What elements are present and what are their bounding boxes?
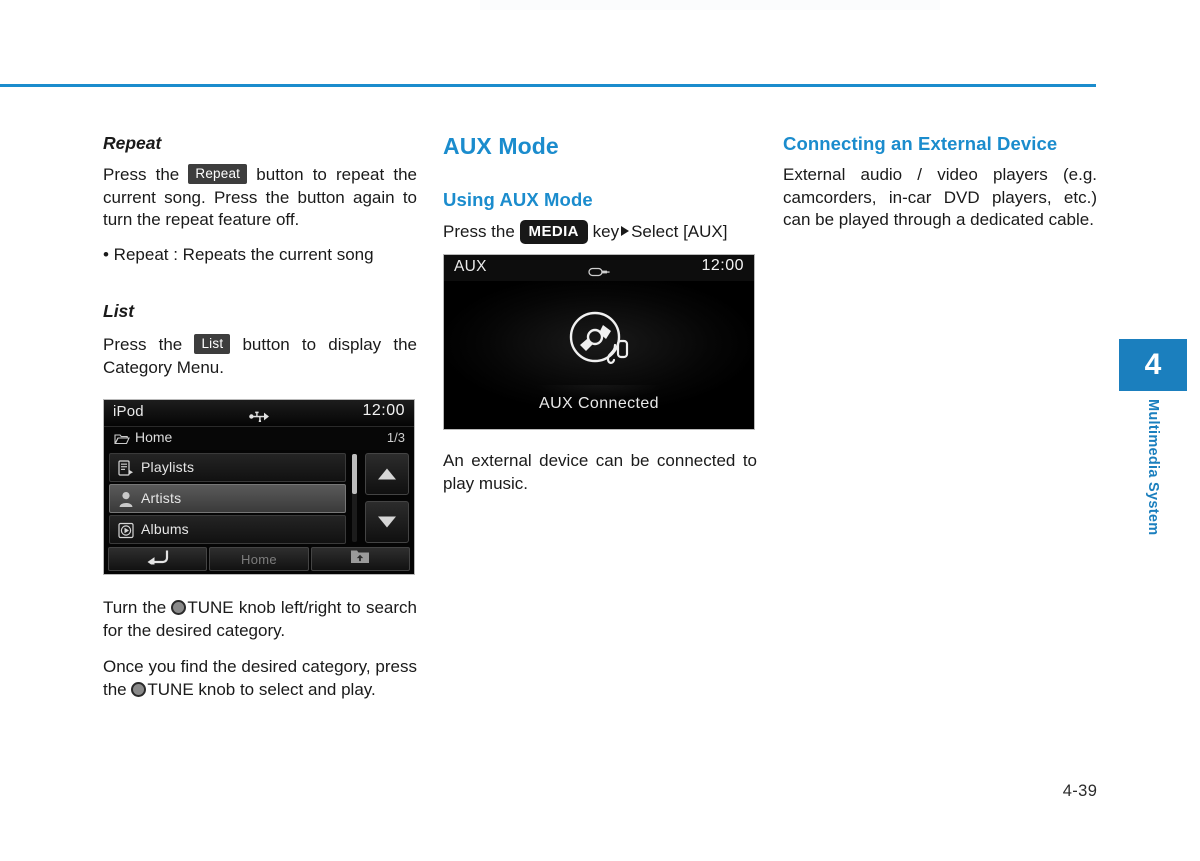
aux-instr-b: key [592, 222, 620, 241]
middle-column: AUX Mode Using AUX Mode Press the MEDIA … [443, 132, 757, 495]
list-paragraph: Press the List button to display the Cat… [103, 334, 417, 379]
list-item[interactable]: Albums [109, 515, 346, 544]
aux-screen-body: AUX Connected [444, 281, 754, 429]
back-button[interactable] [108, 547, 208, 571]
person-icon [118, 491, 134, 513]
scroll-down-arrow-icon [378, 516, 396, 528]
tune-paragraph-1: Turn the TUNE knob left/right to search … [103, 597, 417, 642]
disc-with-cable-icon [563, 309, 635, 376]
ipod-row-group: Playlists Artists Albums [109, 453, 346, 546]
aux-caption: AUX Connected [539, 395, 659, 412]
list-item-label: Artists [141, 490, 182, 506]
aux-plug-icon [588, 264, 610, 282]
page-number: 4-39 [1062, 782, 1098, 800]
tune-knob-icon [131, 681, 147, 697]
chapter-label-text: Multimedia System [1145, 399, 1161, 536]
list-scrollbar-thumb[interactable] [352, 454, 357, 494]
list-key-chip: List [194, 334, 231, 354]
folder-up-icon [350, 549, 370, 570]
ipod-source-label: iPod [113, 403, 144, 420]
album-disc-icon [118, 522, 134, 544]
aux-mode-title: AUX Mode [443, 133, 559, 159]
header-rule [0, 84, 1096, 87]
repeat-heading: Repeat [103, 133, 162, 153]
chapter-tab: 4 [1119, 339, 1187, 391]
top-faint-band [480, 0, 940, 10]
folder-open-icon [114, 432, 130, 450]
tune-p1-before: Turn the [103, 598, 167, 617]
ipod-breadcrumb-bar: Home 1/3 [104, 427, 414, 450]
chapter-label: Multimedia System [1119, 399, 1187, 599]
play-arrow-icon [621, 226, 630, 236]
repeat-text-before: Press the [103, 165, 180, 184]
ipod-breadcrumb-text: Home [135, 429, 173, 445]
aux-connected-screen: AUX 12:00 AUX Connected [443, 254, 755, 430]
using-aux-mode-subtitle: Using AUX Mode [443, 189, 593, 210]
scroll-up-arrow-icon [378, 468, 396, 480]
media-key-chip: MEDIA [519, 220, 588, 244]
home-button[interactable]: Home [209, 547, 309, 571]
tune-p2-after: TUNE knob to select and play. [147, 679, 376, 699]
ipod-list-zone: Playlists Artists Albums [104, 450, 414, 549]
list-text-before: Press the [103, 335, 183, 354]
list-item-label: Albums [141, 521, 189, 537]
repeat-paragraph: Press the Repeat button to repeat the cu… [103, 164, 417, 232]
playlist-icon [118, 460, 134, 482]
aux-note: An external device can be connected to p… [443, 451, 757, 493]
list-heading: List [103, 301, 135, 321]
aux-instruction: Press the MEDIA key Select [AUX] [443, 220, 757, 244]
back-arrow-icon [146, 549, 170, 570]
folder-up-button[interactable] [310, 547, 410, 571]
tune-knob-icon [171, 600, 187, 615]
repeat-bullet: • Repeat : Repeats the current song [103, 244, 374, 264]
ipod-page-count: 1/3 [386, 430, 405, 445]
usb-icon [249, 409, 269, 427]
scroll-up-button[interactable] [365, 453, 409, 495]
list-item[interactable]: Artists [109, 484, 346, 513]
aux-source-label: AUX [454, 258, 487, 275]
home-button-label: Home [241, 552, 277, 567]
list-item[interactable]: Playlists [109, 453, 346, 482]
aux-instr-c: Select [AUX] [631, 222, 728, 241]
connecting-external-device-subtitle: Connecting an External Device [783, 133, 1058, 154]
list-item-label: Playlists [141, 459, 195, 475]
tune-paragraph-2: Once you find the desired category, pres… [103, 656, 417, 701]
right-column: Connecting an External Device External a… [783, 132, 1097, 232]
aux-clock: 12:00 [701, 257, 744, 274]
ipod-button-bar: Home [104, 545, 414, 574]
aux-instr-a: Press the [443, 222, 515, 241]
connecting-external-device-body: External audio / video players (e.g. cam… [783, 165, 1097, 229]
ipod-list-screen: iPod 12:00 Home 1/3 Playlists Artists Al… [103, 399, 415, 575]
chapter-number: 4 [1144, 348, 1162, 381]
left-column: Repeat Press the Repeat button to repeat… [103, 132, 417, 701]
ipod-clock: 12:00 [362, 402, 405, 419]
scroll-down-button[interactable] [365, 501, 409, 543]
repeat-key-chip: Repeat [188, 164, 248, 184]
list-scrollbar[interactable] [352, 454, 357, 542]
aux-status-bar: AUX 12:00 [444, 255, 754, 281]
ipod-status-bar: iPod 12:00 [104, 400, 414, 427]
